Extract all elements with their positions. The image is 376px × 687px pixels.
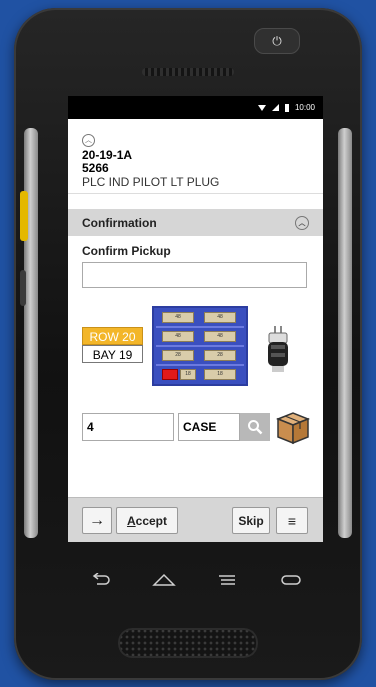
- recent-apps-icon: [219, 575, 236, 585]
- uom-search-button[interactable]: [240, 413, 270, 441]
- section-title: Confirmation: [82, 215, 157, 230]
- quantity-input[interactable]: 4: [82, 413, 174, 441]
- rack-shelf: [156, 326, 244, 328]
- unit-of-measure-input[interactable]: CASE: [178, 413, 240, 441]
- rack-box: 18: [204, 369, 236, 380]
- rack-box: 48: [204, 331, 236, 342]
- rack-box: 28: [204, 350, 236, 361]
- search-nav-button[interactable]: [276, 570, 306, 590]
- next-button[interactable]: →: [82, 507, 112, 534]
- pill-icon: [281, 575, 301, 585]
- rack-box: 18: [180, 369, 196, 380]
- back-nav-button[interactable]: [85, 570, 115, 590]
- signal-icon: [271, 104, 279, 111]
- side-key[interactable]: [20, 270, 26, 306]
- wifi-icon: [257, 104, 266, 111]
- target-slot-box: [162, 369, 178, 380]
- location-visual: ROW 20 BAY 19 48 48 48 48 28 28 18 18: [68, 306, 323, 406]
- search-icon: [248, 420, 263, 435]
- rack-shelf: [156, 364, 244, 366]
- left-bumper: [24, 128, 38, 538]
- arrow-right-icon: →: [89, 511, 105, 529]
- plug-product-icon: [268, 326, 288, 372]
- collapse-section-icon[interactable]: ︿: [295, 215, 309, 230]
- recents-nav-button[interactable]: [212, 570, 242, 590]
- screen: 10:00 ︿ 20-19-1A 5266 PLC IND PILOT LT P…: [68, 96, 323, 542]
- right-bumper: [338, 128, 352, 538]
- quantity-row: 4 CASE: [68, 412, 323, 445]
- confirm-pickup-label: Confirm Pickup: [82, 244, 171, 258]
- collapse-header-icon[interactable]: ︿: [82, 133, 95, 147]
- skip-button[interactable]: Skip: [232, 507, 270, 534]
- battery-icon: [284, 103, 289, 112]
- location-code: 20-19-1A: [82, 148, 133, 162]
- item-header: ︿ 20-19-1A 5266 PLC IND PILOT LT PLUG: [68, 119, 323, 194]
- home-nav-button[interactable]: [149, 570, 179, 590]
- bottom-speaker: [118, 628, 258, 658]
- action-footer: → Accept Skip ≡: [68, 497, 323, 542]
- status-time: 10:00: [294, 103, 315, 112]
- rack-box: 48: [162, 331, 194, 342]
- rack-box: 48: [162, 312, 194, 323]
- accept-button[interactable]: Accept: [116, 507, 178, 534]
- power-button[interactable]: ⏻: [254, 28, 300, 54]
- status-bar: 10:00: [68, 96, 323, 119]
- item-number: 5266: [82, 161, 109, 175]
- scan-trigger-button[interactable]: [20, 191, 28, 241]
- accept-hotkey-letter: A: [126, 513, 136, 528]
- menu-button[interactable]: ≡: [276, 507, 308, 534]
- confirm-pickup-input[interactable]: [82, 262, 307, 288]
- hamburger-menu-icon: ≡: [287, 512, 297, 529]
- confirmation-section-header[interactable]: Confirmation ︿: [68, 209, 323, 236]
- rack-box: 48: [204, 312, 236, 323]
- row-badge: ROW 20: [82, 327, 143, 345]
- rack-shelf: [156, 345, 244, 347]
- earpiece-speaker: [142, 68, 234, 76]
- case-box-icon: [275, 412, 311, 445]
- home-icon: [151, 573, 176, 586]
- bay-badge: BAY 19: [82, 345, 143, 363]
- rack-box: 28: [162, 350, 194, 361]
- item-description: PLC IND PILOT LT PLUG: [82, 175, 220, 189]
- accept-label: ccept: [135, 513, 168, 528]
- rack-diagram: 48 48 48 48 28 28 18 18: [152, 306, 248, 386]
- android-nav-bar: [68, 560, 323, 600]
- back-icon: [92, 573, 110, 585]
